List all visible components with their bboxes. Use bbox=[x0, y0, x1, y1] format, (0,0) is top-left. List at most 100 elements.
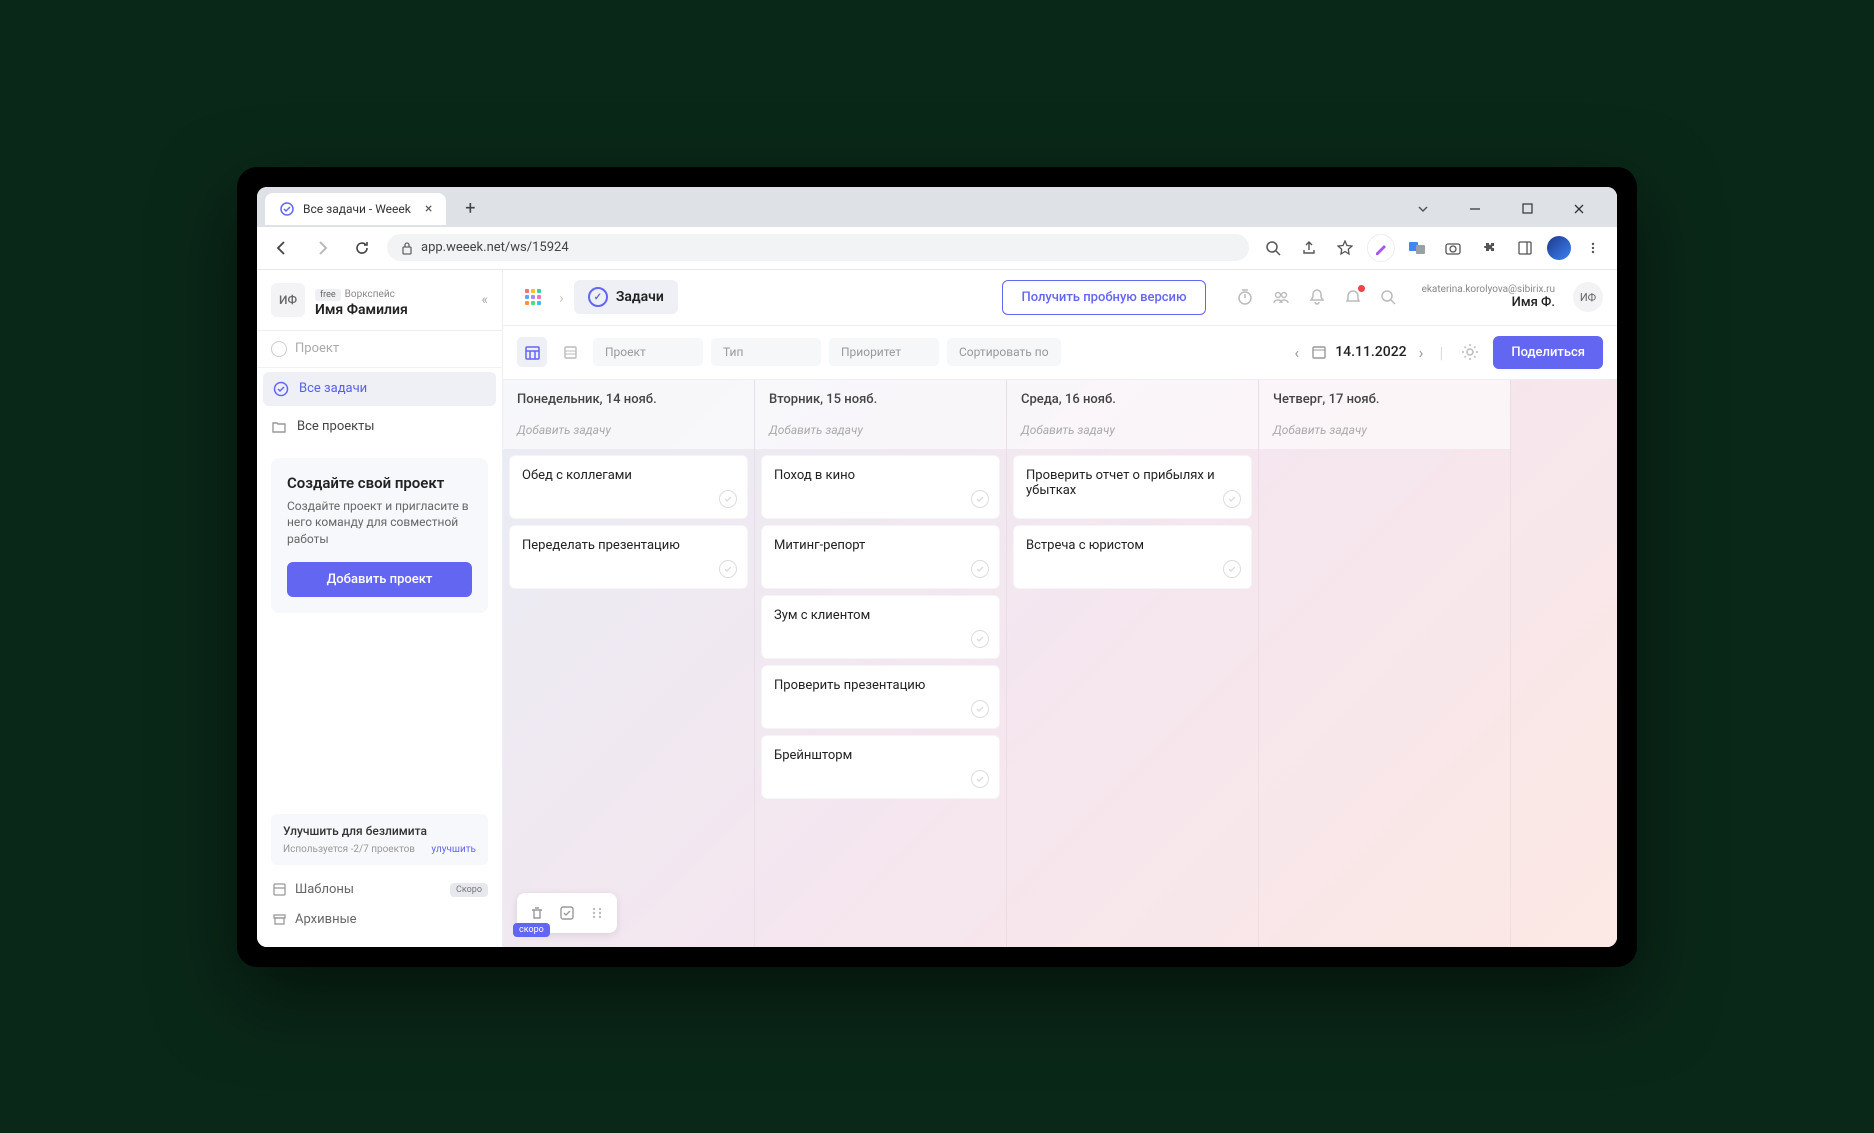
forward-icon[interactable] bbox=[307, 233, 337, 263]
browser-tab[interactable]: Все задачи - Weeek × bbox=[265, 193, 446, 225]
archive-icon bbox=[271, 912, 287, 928]
board-column: Понедельник, 14 нояб.Добавить задачуОбед… bbox=[503, 380, 755, 947]
check-circle-icon bbox=[273, 381, 289, 397]
sidebar-item-all-projects[interactable]: Все проекты bbox=[257, 410, 502, 444]
task-check-icon[interactable] bbox=[971, 700, 989, 718]
trial-button[interactable]: Получить пробную версию bbox=[1002, 280, 1205, 315]
task-card[interactable]: Брейншторм bbox=[761, 735, 1000, 799]
sidebar-item-archived[interactable]: Архивные bbox=[271, 905, 488, 935]
filter-sort[interactable]: Сортировать по bbox=[947, 338, 1061, 366]
task-card[interactable]: Проверить отчет о прибылях и убытках bbox=[1013, 455, 1252, 519]
app-switcher-icon[interactable] bbox=[517, 281, 549, 313]
board: скоро Понедельник, 14 нояб.Добавить зада… bbox=[503, 380, 1617, 947]
notification-icon[interactable] bbox=[1338, 282, 1368, 312]
filter-bar: Проект Тип Приоритет Сортировать по ‹ 14… bbox=[503, 326, 1617, 380]
share-button[interactable]: Поделиться bbox=[1493, 336, 1603, 369]
minimize-icon[interactable] bbox=[1459, 193, 1491, 225]
menu-dots-icon[interactable] bbox=[1579, 234, 1607, 262]
list-view-icon[interactable] bbox=[555, 337, 585, 367]
sidebar-item-templates[interactable]: Шаблоны Скоро bbox=[271, 875, 488, 905]
maximize-icon[interactable] bbox=[1511, 193, 1543, 225]
collapse-sidebar-icon[interactable]: « bbox=[481, 292, 488, 308]
task-check-icon[interactable] bbox=[1223, 560, 1241, 578]
calendar-view-icon[interactable] bbox=[517, 337, 547, 367]
task-check-icon[interactable] bbox=[719, 490, 737, 508]
search-top-icon[interactable] bbox=[1374, 282, 1404, 312]
filter-priority[interactable]: Приоритет bbox=[829, 338, 939, 366]
puzzle-icon[interactable] bbox=[1475, 234, 1503, 262]
url-text: app.weeek.net/ws/15924 bbox=[421, 240, 569, 255]
tasks-label: Задачи bbox=[616, 289, 664, 305]
circle-icon bbox=[271, 341, 287, 357]
browser-chrome: Все задачи - Weeek × + app.weeek.net/ws/… bbox=[257, 187, 1617, 270]
board-column: Вторник, 15 нояб.Добавить задачу Поход в … bbox=[755, 380, 1007, 947]
workspace-name: Имя Фамилия bbox=[315, 302, 408, 318]
widget-soon-badge: скоро bbox=[513, 923, 550, 937]
bell-icon[interactable] bbox=[1302, 282, 1332, 312]
task-check-icon[interactable] bbox=[971, 770, 989, 788]
share-icon[interactable] bbox=[1295, 234, 1323, 262]
back-icon[interactable] bbox=[267, 233, 297, 263]
task-check-icon[interactable] bbox=[971, 630, 989, 648]
project-placeholder: Проект bbox=[295, 341, 339, 356]
filter-project[interactable]: Проект bbox=[593, 338, 703, 366]
create-project-box: Создайте свой проект Создайте проект и п… bbox=[271, 458, 488, 613]
user-name: Имя Ф. bbox=[1422, 295, 1555, 310]
task-card[interactable]: Обед с коллегами bbox=[509, 455, 748, 519]
date-prev-icon[interactable]: ‹ bbox=[1290, 339, 1303, 366]
task-card[interactable]: Встреча с юристом bbox=[1013, 525, 1252, 589]
task-card[interactable]: Поход в кино bbox=[761, 455, 1000, 519]
panel-icon[interactable] bbox=[1511, 234, 1539, 262]
sidebar-item-all-tasks[interactable]: Все задачи bbox=[263, 372, 496, 406]
task-check-icon[interactable] bbox=[719, 560, 737, 578]
filter-type[interactable]: Тип bbox=[711, 338, 821, 366]
add-task[interactable]: Добавить задачу bbox=[755, 415, 1006, 449]
add-task[interactable]: Добавить задачу bbox=[1007, 415, 1258, 449]
drag-icon[interactable] bbox=[585, 901, 609, 925]
search-icon[interactable] bbox=[1259, 234, 1287, 262]
team-icon[interactable] bbox=[1266, 282, 1296, 312]
add-project-button[interactable]: Добавить проект bbox=[287, 562, 472, 597]
settings-icon[interactable] bbox=[1455, 337, 1485, 367]
date-next-icon[interactable]: › bbox=[1415, 339, 1428, 366]
task-card[interactable]: Митинг-репорт bbox=[761, 525, 1000, 589]
tab-close-icon[interactable]: × bbox=[425, 201, 432, 217]
trash-icon[interactable] bbox=[525, 901, 549, 925]
plan-badge: free bbox=[315, 289, 341, 301]
done-icon[interactable] bbox=[555, 901, 579, 925]
folder-icon bbox=[271, 419, 287, 435]
add-task[interactable]: Добавить задачу bbox=[503, 415, 754, 449]
chevron-down-icon[interactable] bbox=[1407, 193, 1439, 225]
user-info[interactable]: ekaterina.korolyova@sibirix.ru Имя Ф. bbox=[1422, 284, 1555, 310]
translate-icon[interactable] bbox=[1403, 234, 1431, 262]
workspace-label: Воркспейс bbox=[345, 289, 395, 300]
tasks-section[interactable]: ✓ Задачи bbox=[574, 280, 678, 314]
task-card[interactable]: Зум с клиентом bbox=[761, 595, 1000, 659]
star-icon[interactable] bbox=[1331, 234, 1359, 262]
workspace-avatar: ИФ bbox=[271, 283, 305, 317]
upgrade-link[interactable]: улучшить bbox=[431, 844, 476, 855]
task-check-icon[interactable] bbox=[971, 560, 989, 578]
extension-pen-icon[interactable] bbox=[1367, 234, 1395, 262]
reload-icon[interactable] bbox=[347, 233, 377, 263]
add-task[interactable]: Добавить задачу bbox=[1259, 415, 1510, 449]
project-search[interactable]: Проект bbox=[257, 331, 502, 368]
breadcrumb-arrow-icon: › bbox=[559, 288, 564, 307]
workspace-header[interactable]: ИФ free Воркспейс Имя Фамилия « bbox=[257, 270, 502, 331]
task-card[interactable]: Переделать презентацию bbox=[509, 525, 748, 589]
new-tab-button[interactable]: + bbox=[456, 195, 484, 223]
task-check-icon[interactable] bbox=[971, 490, 989, 508]
upgrade-box[interactable]: Улучшить для безлимита Используется -2/7… bbox=[271, 814, 488, 865]
calendar-icon[interactable] bbox=[1311, 344, 1327, 360]
column-header: Вторник, 15 нояб. bbox=[755, 380, 1006, 415]
address-bar[interactable]: app.weeek.net/ws/15924 bbox=[387, 234, 1249, 261]
user-avatar[interactable]: ИФ bbox=[1573, 282, 1603, 312]
task-card[interactable]: Проверить презентацию bbox=[761, 665, 1000, 729]
task-check-icon[interactable] bbox=[1223, 490, 1241, 508]
sidebar: ИФ free Воркспейс Имя Фамилия « Проект Вс… bbox=[257, 270, 503, 947]
profile-avatar-icon[interactable] bbox=[1547, 236, 1571, 260]
templates-label: Шаблоны bbox=[295, 882, 354, 897]
timer-icon[interactable] bbox=[1230, 282, 1260, 312]
camera-icon[interactable] bbox=[1439, 234, 1467, 262]
close-window-icon[interactable] bbox=[1563, 193, 1595, 225]
